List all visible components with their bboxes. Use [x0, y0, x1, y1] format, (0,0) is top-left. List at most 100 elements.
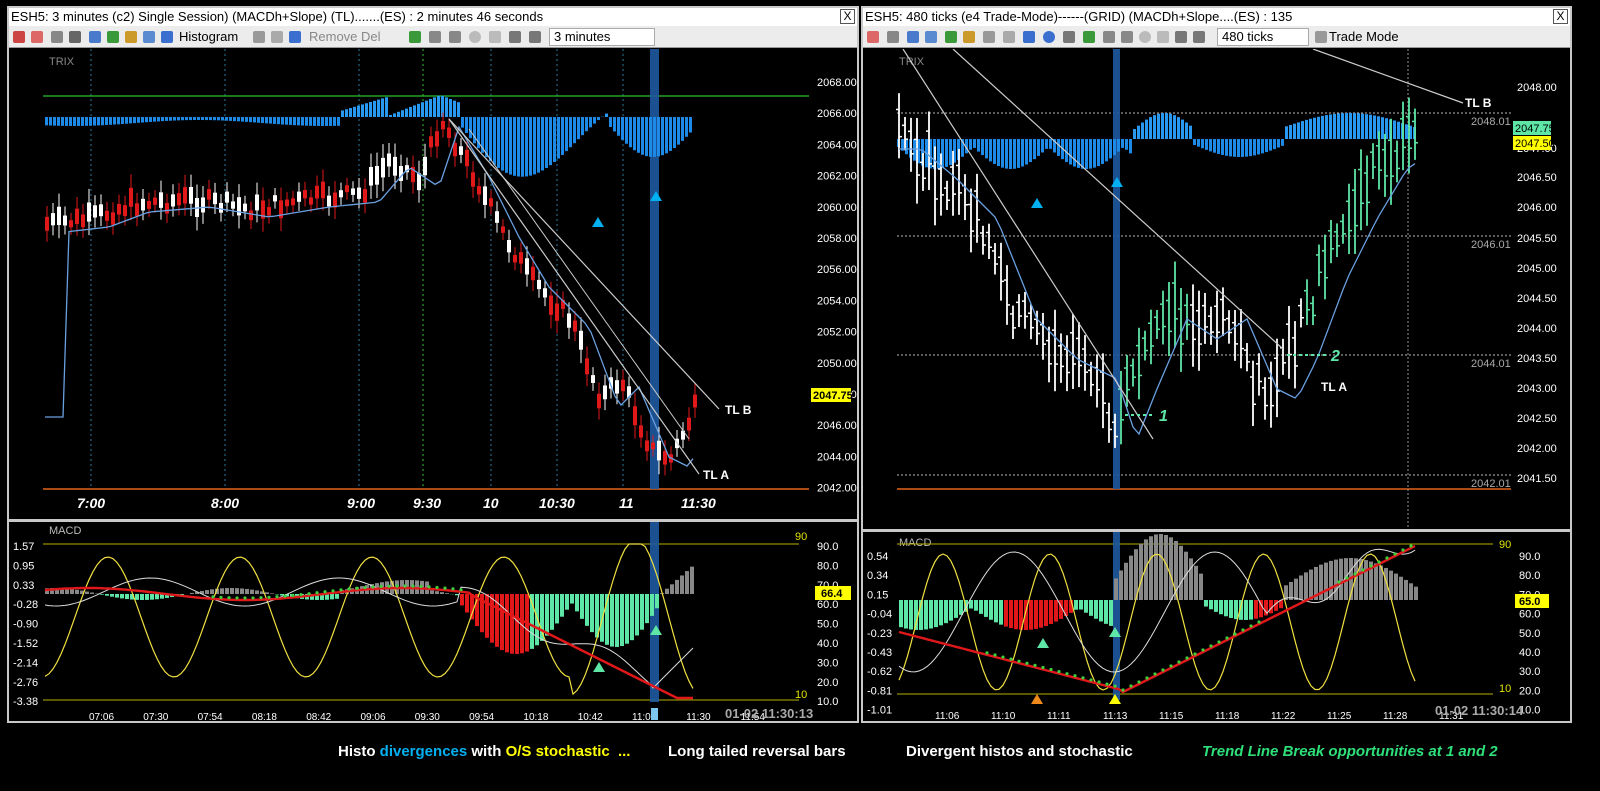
- macd-histogram-bar: [650, 594, 654, 616]
- macd-histogram-bar: [1374, 563, 1378, 600]
- trix-histogram-bar: [1249, 139, 1252, 157]
- line-icon[interactable]: [1121, 31, 1133, 43]
- macd-histogram-bar: [1184, 551, 1188, 600]
- upper-band-label: 90: [1499, 539, 1511, 551]
- trendline-label: TL B: [725, 403, 752, 417]
- macd-slope-dot: [1001, 655, 1005, 659]
- ellipse-icon[interactable]: [469, 31, 481, 43]
- interval-select[interactable]: 480 ticks: [1217, 28, 1309, 46]
- candle-body: [687, 417, 691, 431]
- trade-mode-icon[interactable]: [1315, 31, 1327, 43]
- macd-slope-dot: [1393, 552, 1397, 556]
- zoom-icon[interactable]: [887, 31, 899, 43]
- data-box-icon[interactable]: [925, 31, 937, 43]
- right-macd-panel[interactable]: MACD 90 10 0.54 0.34 0.15 -0.04 -0.23 -0.43 -0.6…: [863, 532, 1570, 722]
- rectangle-icon[interactable]: [489, 31, 501, 43]
- crosshair-icon[interactable]: [13, 31, 25, 43]
- interval-select[interactable]: 3 minutes: [549, 28, 655, 46]
- horizontal-line-icon[interactable]: [1103, 31, 1115, 43]
- arrow-right-icon[interactable]: [1083, 31, 1095, 43]
- candle-body: [585, 358, 589, 375]
- layout-icon[interactable]: [289, 31, 301, 43]
- macd-histogram-bar: [1249, 600, 1253, 620]
- macd-slope-dot: [1033, 663, 1037, 667]
- right-price-panel[interactable]: TRIX 2048.012046.012044.012042.012048.00…: [863, 48, 1570, 529]
- macd-histogram-bar: [115, 594, 119, 598]
- candle-body: [303, 190, 307, 199]
- close-icon[interactable]: X: [840, 9, 855, 24]
- trix-histogram-bar: [1297, 122, 1300, 139]
- trix-histogram-bar: [453, 100, 456, 117]
- lines-icon[interactable]: [253, 31, 265, 43]
- text-tool-icon[interactable]: [529, 31, 541, 43]
- histogram-label[interactable]: Histogram: [179, 29, 238, 44]
- strategy-icon[interactable]: [963, 31, 975, 43]
- candle-body: [645, 440, 649, 452]
- indicators-icon[interactable]: [945, 31, 957, 43]
- trade-mode-button[interactable]: Trade Mode: [1329, 29, 1399, 44]
- left-price-panel[interactable]: TRIX 2068.00 2066.00 2064.00 2062.00 2060.00…: [9, 49, 857, 519]
- macd-histogram-bar: [1404, 579, 1408, 600]
- properties-icon[interactable]: [89, 31, 101, 43]
- trix-histogram-bar: [153, 117, 156, 122]
- trix-histogram-bar: [1169, 113, 1172, 139]
- trix-histogram-bar: [349, 108, 352, 117]
- trix-histogram-bar: [1281, 139, 1284, 146]
- candle-body: [225, 191, 229, 203]
- bar-type-icon[interactable]: [31, 31, 43, 43]
- strategy-icon[interactable]: [125, 31, 137, 43]
- macd-slope-dot: [1145, 676, 1149, 680]
- link-icon[interactable]: [1043, 31, 1055, 43]
- macd-slope-dot: [363, 585, 367, 590]
- macd-histogram-bar: [934, 600, 938, 628]
- indicators-icon[interactable]: [107, 31, 119, 43]
- right-chart-window[interactable]: ESH5: 480 ticks (e4 Trade-Mode)------(GR…: [861, 6, 1572, 723]
- ellipse-icon[interactable]: [1139, 31, 1151, 43]
- bar-type-icon[interactable]: [867, 31, 879, 43]
- trix-histogram-bar: [409, 107, 412, 117]
- trix-histogram-bar: [545, 117, 548, 169]
- left-macd-panel[interactable]: MACD 90 10 1.57 0.95 0.33 -0.28 -0.90 -1.52 -2.1…: [9, 522, 857, 723]
- data-box-icon[interactable]: [143, 31, 155, 43]
- trix-histogram-bar: [509, 117, 512, 175]
- close-icon[interactable]: X: [1553, 9, 1568, 24]
- stochastic-tick-label: 40.0: [817, 638, 838, 650]
- macd-time-label: 09:54: [469, 712, 494, 721]
- trix-histogram-bar: [77, 117, 80, 126]
- price-tick-label: 2066.00: [817, 108, 857, 120]
- histogram-icon[interactable]: [1023, 31, 1035, 43]
- trix-histogram-bar: [121, 117, 124, 125]
- pan-icon[interactable]: [69, 31, 81, 43]
- candle-body: [387, 153, 391, 167]
- clipboard-icon[interactable]: [271, 31, 283, 43]
- pencil-icon[interactable]: [1175, 31, 1187, 43]
- macd-slope-dot: [1369, 564, 1373, 568]
- histogram-icon[interactable]: [161, 31, 173, 43]
- arrow-right-icon[interactable]: [409, 31, 421, 43]
- macd-slope-dot: [403, 584, 407, 588]
- eraser-icon[interactable]: [1063, 31, 1075, 43]
- stochastic-tick-label: 30.0: [817, 657, 838, 669]
- price-tick-label: 2058.00: [817, 233, 857, 245]
- price-tick-label: 2048.00: [1517, 82, 1557, 94]
- candle-body: [135, 203, 139, 216]
- text-tool-icon[interactable]: [1193, 31, 1205, 43]
- remove-drawing-button[interactable]: Remove Del: [309, 29, 381, 44]
- left-chart-window[interactable]: ESH5: 3 minutes (c2) Single Session) (MA…: [7, 6, 859, 723]
- horizontal-line-icon[interactable]: [429, 31, 441, 43]
- zoom-icon[interactable]: [51, 31, 63, 43]
- pencil-icon[interactable]: [509, 31, 521, 43]
- price-tick-label: 2045.50: [1517, 233, 1557, 245]
- trix-histogram-bar: [1361, 113, 1364, 139]
- candle-body: [543, 288, 547, 298]
- trix-histogram-bar: [69, 117, 72, 126]
- trix-histogram-bar: [365, 103, 368, 117]
- macd-time-label: 11:06: [935, 711, 960, 721]
- rectangle-icon[interactable]: [1157, 31, 1169, 43]
- right-macd-chart: MACD 90 10 0.54 0.34 0.15 -0.04 -0.23 -0.43 -0.6…: [867, 532, 1549, 722]
- clipboard-icon[interactable]: [1003, 31, 1015, 43]
- line-icon[interactable]: [449, 31, 461, 43]
- trix-histogram-bar: [1285, 126, 1288, 139]
- properties-icon[interactable]: [907, 31, 919, 43]
- lines-icon[interactable]: [983, 31, 995, 43]
